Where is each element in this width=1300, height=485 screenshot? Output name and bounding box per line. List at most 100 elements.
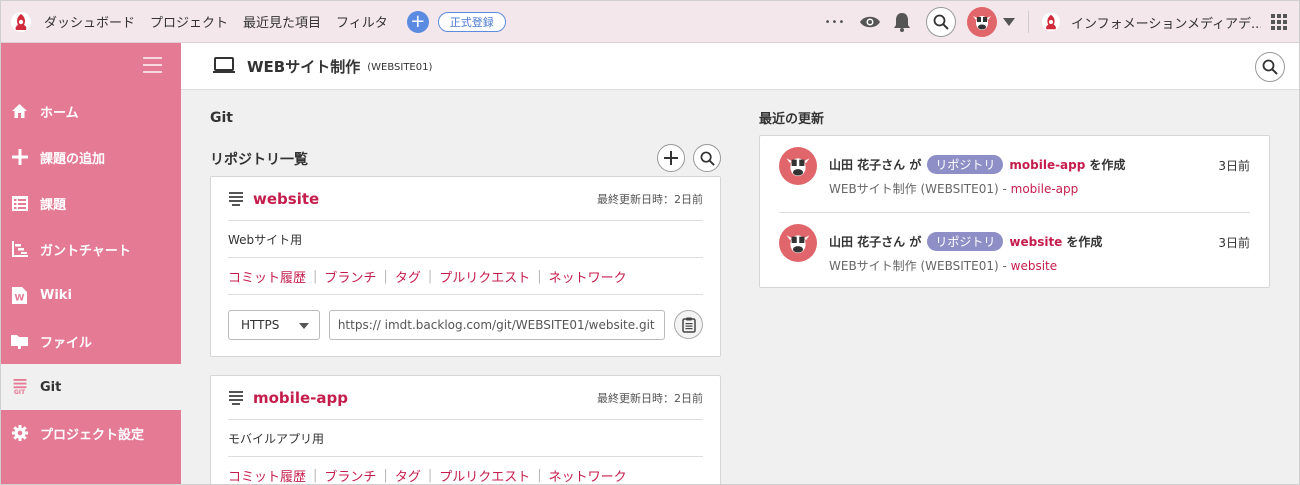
sidebar-item-files[interactable]: ファイル xyxy=(1,318,181,364)
sidebar-item-label: Wiki xyxy=(40,287,72,303)
repo-header: mobile-app 最終更新日時：2日前 xyxy=(228,376,703,420)
top-right-tools: ••• インフォメーションメディアデ... xyxy=(825,1,1299,43)
wiki-icon: W xyxy=(11,286,28,304)
top-bar: ダッシュボード プロジェクト 最近見た項目 フィルタ + 正式登録 ••• イン… xyxy=(1,1,1299,43)
update-item: 山田 花子さん が リポジトリ website を作成 3日前 WEBサイト制作… xyxy=(779,212,1250,288)
update-repo-link[interactable]: mobile-app xyxy=(1011,182,1079,196)
link-separator: | xyxy=(383,268,388,284)
update-project-name: WEBサイト制作 (WEBSITE01) - xyxy=(829,182,1007,196)
update-action: を作成 xyxy=(1066,235,1103,249)
repo-header: website 最終更新日時：2日前 xyxy=(228,177,703,221)
clipboard-icon xyxy=(681,317,696,333)
update-user[interactable]: 山田 花子さん が xyxy=(829,233,921,250)
repo-name[interactable]: website xyxy=(253,190,319,208)
user-avatar[interactable] xyxy=(967,7,997,37)
branch-link[interactable]: ブランチ xyxy=(324,267,376,286)
copy-url-button[interactable] xyxy=(674,310,703,339)
update-time: 3日前 xyxy=(1218,236,1250,250)
update-project: WEBサイト制作 (WEBSITE01) - mobile-app xyxy=(829,180,1078,197)
search-repo-button[interactable] xyxy=(693,144,721,172)
gear-icon xyxy=(11,425,28,442)
cow-avatar-icon xyxy=(786,158,810,177)
update-project: WEBサイト制作 (WEBSITE01) - website xyxy=(829,257,1057,274)
sidebar-item-label: プロジェクト設定 xyxy=(40,427,145,443)
sidebar-item-label: 課題 xyxy=(40,197,67,213)
search-icon xyxy=(933,14,949,30)
bell-icon[interactable] xyxy=(893,12,911,32)
sidebar-item-settings[interactable]: プロジェクト設定 xyxy=(1,410,181,456)
update-target-link[interactable]: website xyxy=(1009,235,1062,249)
link-separator: | xyxy=(313,268,318,284)
update-action: を作成 xyxy=(1089,158,1126,172)
sidebar-item-gantt[interactable]: ガントチャート xyxy=(1,226,181,272)
page-title[interactable]: WEBサイト制作 xyxy=(247,56,360,77)
monitor-icon xyxy=(213,57,235,73)
sidebar-item-wiki[interactable]: W Wiki xyxy=(1,272,181,318)
hamburger-menu-icon[interactable] xyxy=(143,57,162,73)
search-icon xyxy=(700,151,715,166)
org-name[interactable]: インフォメーションメディアデ... xyxy=(1071,13,1261,32)
link-separator: | xyxy=(383,467,388,483)
network-link[interactable]: ネットワーク xyxy=(549,267,627,286)
link-separator: | xyxy=(537,467,542,483)
clone-url-field[interactable]: https:// imdt.backlog.com/git/WEBSITE01/… xyxy=(328,309,666,340)
update-target-link[interactable]: mobile-app xyxy=(1009,158,1085,172)
app-window: ダッシュボード プロジェクト 最近見た項目 フィルタ + 正式登録 ••• イン… xyxy=(0,0,1300,485)
update-repo-link[interactable]: website xyxy=(1011,259,1058,273)
search-button[interactable] xyxy=(926,7,956,37)
eye-icon[interactable] xyxy=(859,14,881,30)
commit-history-link[interactable]: コミット履歴 xyxy=(228,466,306,485)
org-logo-icon xyxy=(1041,12,1061,32)
link-separator: | xyxy=(427,268,433,284)
repo-links: コミット履歴 | ブランチ | タグ | プルリクエスト | ネットワーク xyxy=(228,457,703,485)
update-summary: 山田 花子さん が リポジトリ mobile-app を作成 xyxy=(829,155,1125,174)
protocol-select[interactable]: HTTPS xyxy=(228,309,320,340)
project-search-button[interactable] xyxy=(1255,52,1285,82)
pull-request-link[interactable]: プルリクエスト xyxy=(439,267,530,286)
nav-projects[interactable]: プロジェクト xyxy=(150,12,228,31)
tag-link[interactable]: タグ xyxy=(395,267,421,286)
link-separator: | xyxy=(427,467,433,483)
plus-icon xyxy=(664,151,678,165)
apps-grid-icon[interactable] xyxy=(1271,14,1287,30)
link-separator: | xyxy=(537,268,542,284)
repo-description: Webサイト用 xyxy=(228,221,703,258)
svg-text:W: W xyxy=(15,293,25,303)
tag-link[interactable]: タグ xyxy=(395,466,421,485)
add-button[interactable]: + xyxy=(406,10,429,33)
update-user[interactable]: 山田 花子さん が xyxy=(829,156,921,173)
update-project-name: WEBサイト制作 (WEBSITE01) - xyxy=(829,259,1007,273)
sidebar-item-git[interactable]: GIT Git xyxy=(1,364,181,410)
repository-icon xyxy=(229,191,243,206)
nav-filter[interactable]: フィルタ xyxy=(336,12,388,31)
cow-avatar-icon xyxy=(786,235,810,254)
nav-dashboard[interactable]: ダッシュボード xyxy=(44,12,135,31)
branch-link[interactable]: ブランチ xyxy=(324,466,376,485)
sidebar-item-label: 課題の追加 xyxy=(40,151,106,167)
more-icon[interactable]: ••• xyxy=(825,17,845,28)
sidebar-header xyxy=(1,43,181,88)
nav-recent[interactable]: 最近見た項目 xyxy=(243,12,321,31)
recent-updates-title: 最近の更新 xyxy=(759,112,825,127)
protocol-value: HTTPS xyxy=(241,317,280,332)
avatar[interactable] xyxy=(779,224,817,262)
sidebar-item-issues[interactable]: 課題 xyxy=(1,180,181,226)
project-key: (WEBSITE01) xyxy=(367,61,433,73)
backlog-logo-icon[interactable] xyxy=(10,11,32,33)
link-separator: | xyxy=(313,467,318,483)
sidebar-item-add-issue[interactable]: 課題の追加 xyxy=(1,134,181,180)
commit-history-link[interactable]: コミット履歴 xyxy=(228,267,306,286)
repo-links: コミット履歴 | ブランチ | タグ | プルリクエスト | ネットワーク xyxy=(228,258,703,295)
clone-row: HTTPS https:// imdt.backlog.com/git/WEBS… xyxy=(228,295,703,354)
chevron-down-icon[interactable] xyxy=(1003,18,1015,26)
network-link[interactable]: ネットワーク xyxy=(549,466,627,485)
register-button[interactable]: 正式登録 xyxy=(437,11,506,32)
repo-name[interactable]: mobile-app xyxy=(253,389,348,407)
avatar[interactable] xyxy=(779,147,817,185)
pull-request-link[interactable]: プルリクエスト xyxy=(439,466,530,485)
project-header: WEBサイト制作 (WEBSITE01) xyxy=(181,43,1299,90)
plus-icon xyxy=(11,149,28,166)
update-item: 山田 花子さん が リポジトリ mobile-app を作成 3日前 WEBサイ… xyxy=(779,136,1250,212)
add-repo-button[interactable] xyxy=(657,144,685,172)
sidebar-item-home[interactable]: ホーム xyxy=(1,88,181,134)
